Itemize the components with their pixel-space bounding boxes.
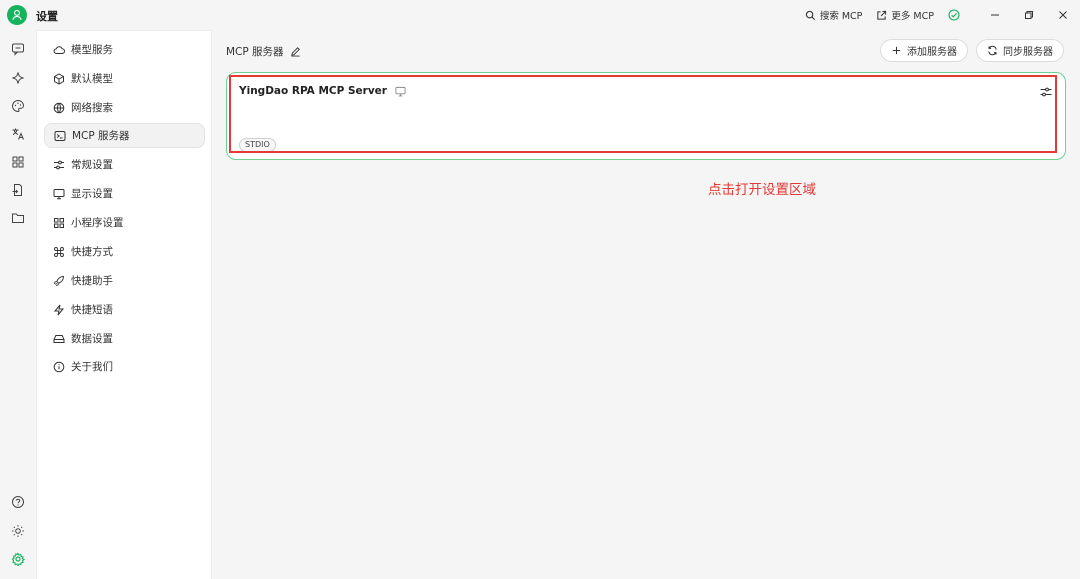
sidebar-item-general[interactable]: 常规设置	[44, 152, 205, 177]
sidebar-item-label: 网络搜索	[71, 102, 113, 114]
sidebar-item-shortcuts[interactable]: 快捷方式	[44, 239, 205, 264]
sidebar-item-label: 小程序设置	[71, 217, 124, 229]
chat-icon[interactable]	[9, 40, 27, 58]
sidebar-item-label: 快捷方式	[71, 246, 113, 258]
minimize-icon	[991, 14, 999, 16]
settings-icon[interactable]	[9, 550, 27, 568]
sidebar-item-label: 关于我们	[71, 361, 113, 373]
terminal-icon	[54, 130, 66, 141]
restore-icon	[1025, 11, 1033, 19]
server-settings-icon[interactable]	[1039, 85, 1053, 99]
folder-icon[interactable]	[9, 209, 27, 227]
sidebar-item-about[interactable]: 关于我们	[44, 354, 205, 379]
add-server-button[interactable]: 添加服务器	[880, 39, 968, 62]
title-bar: 设置 搜索 MCP 更多 MCP	[0, 0, 1080, 30]
check-circle-icon	[948, 9, 960, 21]
sidebar-item-mcp-servers[interactable]: MCP 服务器	[44, 123, 205, 148]
refresh-icon	[988, 45, 997, 56]
edit-icon[interactable]	[290, 46, 301, 57]
sidebar-item-model-service[interactable]: 模型服务	[44, 37, 205, 62]
more-mcp-link[interactable]: 更多 MCP	[876, 8, 934, 22]
page-title: MCP 服务器	[226, 44, 301, 59]
sidebar-item-label: 快捷短语	[71, 304, 113, 316]
sidebar-item-label: 常规设置	[71, 159, 113, 171]
monitor-icon	[53, 188, 65, 199]
sidebar-item-default-model[interactable]: 默认模型	[44, 66, 205, 91]
plus-icon	[892, 46, 901, 55]
search-mcp-label: 搜索 MCP	[819, 11, 863, 22]
info-icon	[53, 361, 65, 372]
cube-icon	[54, 72, 64, 85]
sidebar-item-label: 模型服务	[71, 44, 113, 56]
sync-servers-label: 同步服务器	[1003, 47, 1053, 58]
more-mcp-label: 更多 MCP	[891, 11, 934, 22]
monitor-icon	[395, 86, 406, 96]
close-icon	[1059, 11, 1067, 19]
user-avatar-icon[interactable]	[7, 5, 27, 25]
page-title-text: MCP 服务器	[226, 46, 284, 58]
sidebar-item-data-settings[interactable]: 数据设置	[44, 326, 205, 351]
server-name-text: YingDao RPA MCP Server	[239, 85, 387, 97]
sparkle-icon[interactable]	[9, 69, 27, 87]
sidebar-item-web-search[interactable]: 网络搜索	[44, 95, 205, 120]
transport-badge: STDIO	[239, 138, 276, 152]
sun-icon[interactable]	[9, 522, 27, 540]
command-icon	[54, 246, 64, 257]
translate-icon[interactable]	[9, 125, 27, 143]
palette-icon[interactable]	[9, 97, 27, 115]
server-name: YingDao RPA MCP Server	[239, 85, 406, 97]
icon-rail	[0, 30, 36, 579]
annotation-text: 点击打开设置区域	[708, 182, 816, 198]
globe-icon	[53, 102, 65, 113]
sidebar-item-quick-phrases[interactable]: 快捷短语	[44, 297, 205, 322]
apps-grid-icon[interactable]	[9, 153, 27, 171]
sidebar-item-mini-apps[interactable]: 小程序设置	[44, 210, 205, 235]
search-mcp-link[interactable]: 搜索 MCP	[805, 8, 863, 22]
window-title: 设置	[36, 10, 58, 23]
main-panel: MCP 服务器 添加服务器 同步服务器 YingDao RPA MCP Serv…	[212, 30, 1080, 579]
close-button[interactable]	[1046, 0, 1080, 30]
grid-icon	[54, 217, 64, 228]
drive-icon	[53, 334, 65, 343]
sidebar-item-label: 快捷助手	[71, 275, 113, 287]
settings-sidebar: 模型服务 默认模型 网络搜索 MCP 服务器 常规设置 显示设置 小程序设置 快…	[36, 30, 212, 579]
cloud-icon	[53, 45, 65, 54]
server-card[interactable]: YingDao RPA MCP Server STDIO	[226, 72, 1066, 160]
restore-button[interactable]	[1012, 0, 1046, 30]
sidebar-item-label: 默认模型	[71, 73, 113, 85]
rocket-icon	[54, 275, 64, 286]
sidebar-item-label: 数据设置	[71, 333, 113, 345]
add-server-label: 添加服务器	[907, 47, 957, 58]
minimize-button[interactable]	[978, 0, 1012, 30]
sidebar-item-label: MCP 服务器	[72, 130, 130, 142]
sidebar-item-quick-assistant[interactable]: 快捷助手	[44, 268, 205, 293]
external-link-icon	[877, 10, 887, 20]
sidebar-item-display[interactable]: 显示设置	[44, 181, 205, 206]
sliders-icon	[54, 160, 64, 169]
help-icon[interactable]	[9, 493, 27, 511]
sidebar-item-label: 显示设置	[71, 188, 113, 200]
zap-icon	[53, 304, 65, 315]
file-export-icon[interactable]	[9, 181, 27, 199]
sync-servers-button[interactable]: 同步服务器	[976, 39, 1064, 62]
search-icon	[805, 10, 815, 20]
